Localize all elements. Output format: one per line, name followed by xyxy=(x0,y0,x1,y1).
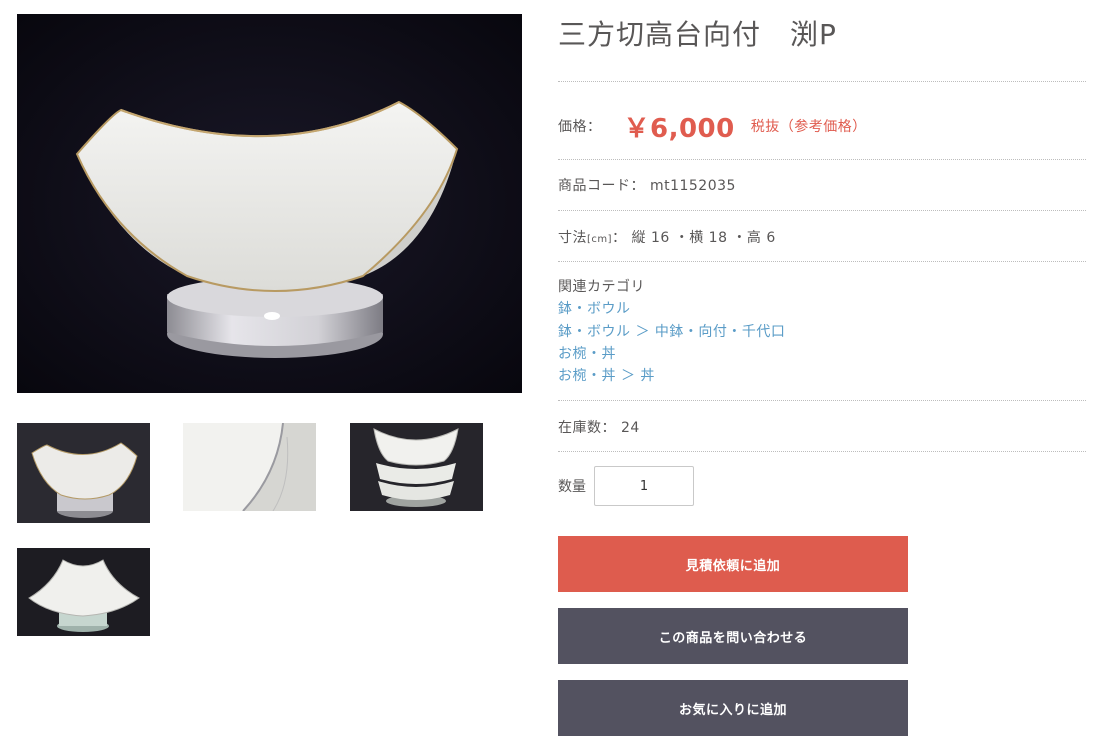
bowl-thumb-closeup xyxy=(183,423,316,511)
dimensions-label: 寸法 xyxy=(558,230,587,246)
product-detail-page: 三方切高台向付 渕P 価格： ￥6,000 税抜（参考価格） 商品コード： mt… xyxy=(0,0,1100,750)
bowl-thumb-side xyxy=(17,548,150,636)
divider xyxy=(558,81,1086,82)
quantity-input[interactable] xyxy=(594,466,694,506)
divider xyxy=(558,210,1086,211)
category-link-bowls[interactable]: 鉢・ボウル xyxy=(558,298,785,320)
category-link-don[interactable]: お椀・丼 ＞ 丼 xyxy=(558,365,785,387)
stock-label: 在庫数： xyxy=(558,420,616,436)
price-label: 価格： xyxy=(558,119,602,135)
bowl-thumb-stacked xyxy=(350,423,483,511)
product-code-value: mt1152035 xyxy=(649,178,736,194)
product-code-row: 商品コード： mt1152035 xyxy=(558,175,736,195)
bowl-photo xyxy=(17,14,522,393)
add-to-favorites-button[interactable]: お気に入りに追加 xyxy=(558,680,908,736)
thumbnail-2[interactable] xyxy=(183,423,316,511)
main-product-image[interactable] xyxy=(17,14,522,393)
thumbnail-3[interactable] xyxy=(350,423,483,511)
price-row: 価格： ￥6,000 税抜（参考価格） xyxy=(558,106,867,146)
related-categories: 関連カテゴリ 鉢・ボウル 鉢・ボウル ＞ 中鉢・向付・千代口 お椀・丼 お椀・丼… xyxy=(558,276,785,387)
stock-value: 24 xyxy=(620,420,640,436)
divider xyxy=(558,400,1086,401)
divider xyxy=(558,261,1086,262)
thumbnail-1[interactable] xyxy=(17,423,150,523)
price-value: ￥6,000 xyxy=(623,113,735,144)
price-tax-note: 税抜（参考価格） xyxy=(750,119,867,135)
stock-row: 在庫数： 24 xyxy=(558,417,640,437)
dimensions-row: 寸法[cm]： 縦 16 ・横 18 ・高 6 xyxy=(558,227,776,247)
thumbnail-4[interactable] xyxy=(17,548,150,636)
category-link-bowls-medium[interactable]: 鉢・ボウル ＞ 中鉢・向付・千代口 xyxy=(558,321,785,343)
divider xyxy=(558,159,1086,160)
quantity-label: 数量 xyxy=(558,479,586,495)
dimensions-value: 縦 16 ・横 18 ・高 6 xyxy=(631,230,776,246)
category-link-owan-don[interactable]: お椀・丼 xyxy=(558,343,785,365)
related-categories-label: 関連カテゴリ xyxy=(558,279,645,295)
add-to-quote-button[interactable]: 見積依頼に追加 xyxy=(558,536,908,592)
product-title: 三方切高台向付 渕P xyxy=(558,18,837,51)
dimensions-separator: ： xyxy=(612,230,627,246)
divider xyxy=(558,451,1086,452)
bowl-thumb-front xyxy=(17,423,150,523)
dimensions-unit: [cm] xyxy=(587,234,613,245)
product-code-label: 商品コード： xyxy=(558,178,645,194)
inquire-button[interactable]: この商品を問い合わせる xyxy=(558,608,908,664)
